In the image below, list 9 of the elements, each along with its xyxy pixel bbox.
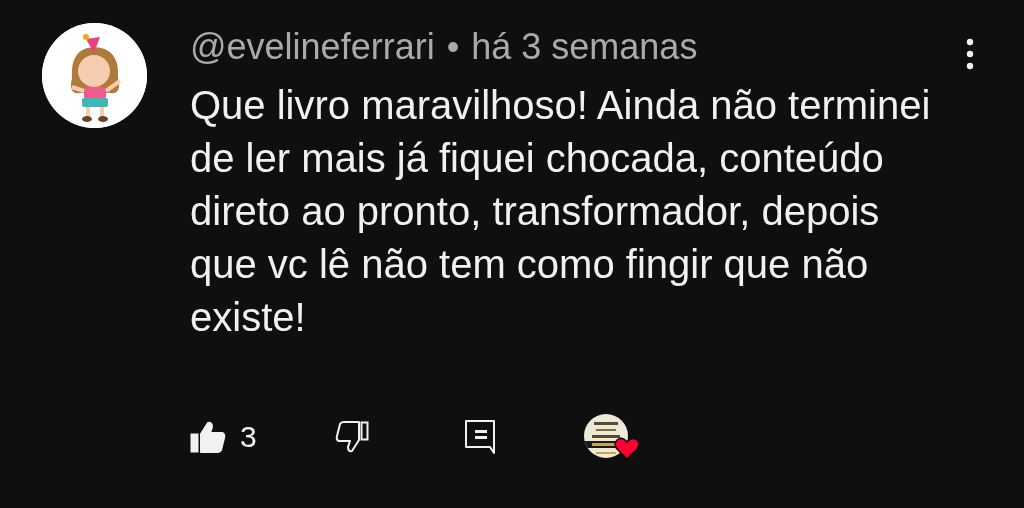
comment-text: Que livro maravilhoso! Ainda não terminei de ler mais já fiquei chocada, conteúdo direto ao pronto, transformador, depois que vc lê não tem como fingir que não existe!	[190, 82, 932, 341]
dislike-button[interactable]	[334, 421, 369, 453]
reply-button[interactable]	[463, 419, 496, 455]
like-count: 3	[240, 420, 257, 454]
like-button[interactable]: 3	[190, 420, 257, 454]
comment-time[interactable]: há 3 semanas	[471, 26, 698, 68]
separator: •	[446, 26, 460, 68]
more-icon	[966, 38, 974, 70]
author-name[interactable]: @evelineferrari	[190, 26, 435, 68]
